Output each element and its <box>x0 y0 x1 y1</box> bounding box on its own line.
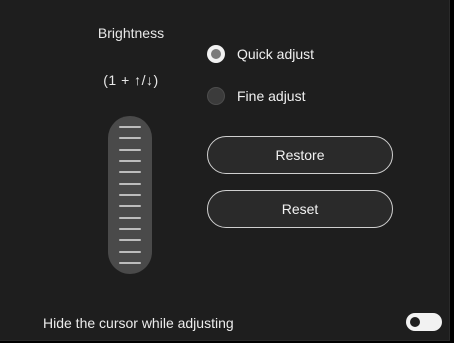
toggle-knob <box>410 317 420 327</box>
slider-grip-line <box>119 194 141 196</box>
quick-adjust-radio[interactable] <box>207 45 225 63</box>
hide-cursor-toggle[interactable] <box>406 313 442 331</box>
restore-button[interactable]: Restore <box>207 136 393 174</box>
slider-grip-line <box>119 171 141 173</box>
slider-grip-line <box>119 160 141 162</box>
brightness-panel: Brightness (1 + ↑/↓) Quick adjust Fine a… <box>0 0 450 341</box>
slider-grip-line <box>119 228 141 230</box>
slider-grip-line <box>119 217 141 219</box>
fine-adjust-label: Fine adjust <box>237 88 306 104</box>
slider-grip-line <box>119 262 141 264</box>
slider-grip-line <box>119 205 141 207</box>
hide-cursor-label: Hide the cursor while adjusting <box>43 315 234 331</box>
quick-adjust-option[interactable]: Quick adjust <box>207 43 314 65</box>
slider-grip-line <box>119 149 141 151</box>
slider-grip-lines <box>119 126 141 264</box>
brightness-slider[interactable] <box>108 116 152 274</box>
slider-grip-line <box>119 137 141 139</box>
brightness-title: Brightness <box>97 25 165 41</box>
quick-adjust-label: Quick adjust <box>237 46 315 62</box>
slider-grip-line <box>119 126 141 128</box>
slider-grip-line <box>119 251 141 253</box>
slider-grip-line <box>119 239 141 241</box>
fine-adjust-option[interactable]: Fine adjust <box>207 85 305 107</box>
reset-button[interactable]: Reset <box>207 190 393 228</box>
brightness-shortcut-hint: (1 + ↑/↓) <box>103 72 159 88</box>
slider-grip-line <box>119 183 141 185</box>
fine-adjust-radio[interactable] <box>207 87 225 105</box>
